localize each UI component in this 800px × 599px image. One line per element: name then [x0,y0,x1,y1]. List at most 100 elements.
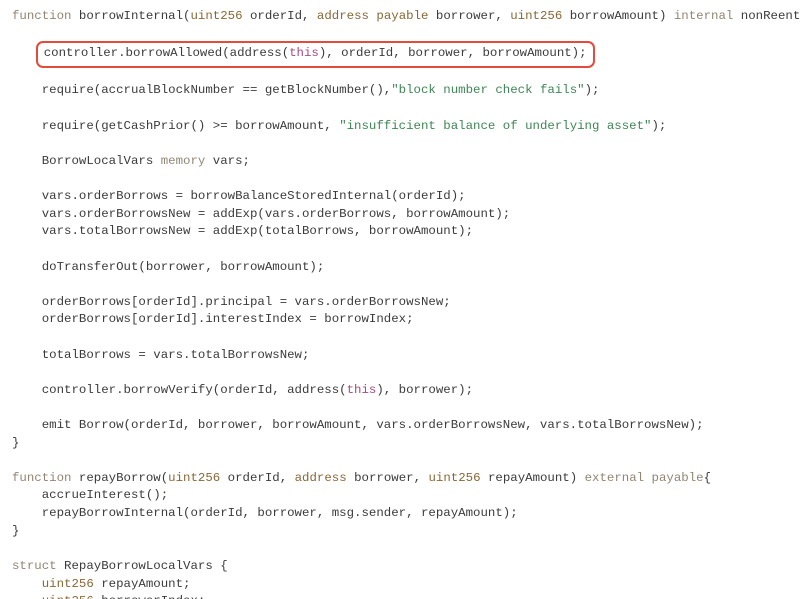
code-line [12,364,788,382]
indent [12,312,42,326]
code-token: vars.totalBorrowsNew = addExp(totalBorro… [42,224,473,238]
indent [12,224,42,238]
code-line: controller.borrowAllowed(address(this), … [12,43,788,65]
indent [12,154,42,168]
code-token: controller.borrowVerify(orderId, address… [42,383,347,397]
indent [12,383,42,397]
code-token: doTransferOut(borrower, borrowAmount); [42,260,325,274]
code-line [12,100,788,118]
code-token: repayBorrow( [72,471,169,485]
indent [12,506,42,520]
code-token: uint256 [190,9,242,23]
code-token: vars.orderBorrows = borrowBalanceStoredI… [42,189,466,203]
code-line: } [12,435,788,453]
indent [12,189,42,203]
indent [12,119,42,133]
code-token: uint256 [42,577,94,591]
code-token: orderId, [220,471,294,485]
code-line: controller.borrowVerify(orderId, address… [12,382,788,400]
code-line: doTransferOut(borrower, borrowAmount); [12,259,788,277]
code-token: emit Borrow(orderId, borrower, borrowAmo… [42,418,704,432]
code-line [12,540,788,558]
code-token: BorrowLocalVars [42,154,161,168]
code-line: BorrowLocalVars memory vars; [12,153,788,171]
code-line: function repayBorrow(uint256 orderId, ad… [12,470,788,488]
code-line [12,135,788,153]
code-token: ), borrower); [376,383,473,397]
code-token: internal [674,9,734,23]
code-line: uint256 repayAmount; [12,576,788,594]
code-token: repayBorrowInternal(orderId, borrower, m… [42,506,518,520]
code-line: orderBorrows[orderId].principal = vars.o… [12,294,788,312]
code-line: vars.orderBorrowsNew = addExp(vars.order… [12,206,788,224]
code-token: uint256 [42,594,94,599]
code-line: orderBorrows[orderId].interestIndex = bo… [12,311,788,329]
code-token: borrowerIndex; [94,594,206,599]
code-line [12,170,788,188]
code-line: accrueInterest(); [12,487,788,505]
code-token: this [289,46,319,60]
code-token: ); [651,119,666,133]
code-token: RepayBorrowLocalVars { [57,559,228,573]
code-token: uint256 [510,9,562,23]
code-line: emit Borrow(orderId, borrower, borrowAmo… [12,417,788,435]
indent [12,418,42,432]
code-token: ), orderId, borrower, borrowAmount); [319,46,587,60]
code-line: totalBorrows = vars.totalBorrowsNew; [12,347,788,365]
code-token: this [347,383,377,397]
code-line: require(accrualBlockNumber == getBlockNu… [12,82,788,100]
code-token: borrower, [347,471,429,485]
code-token: vars; [205,154,250,168]
code-block: function borrowInternal(uint256 orderId,… [0,0,800,599]
code-line [12,276,788,294]
code-token: nonReentrant{ [733,9,800,23]
code-token: controller.borrowAllowed(address( [44,46,289,60]
code-line: uint256 borrowerIndex; [12,593,788,599]
indent [12,260,42,274]
indent [12,488,42,502]
indent [12,594,42,599]
code-token: require(accrualBlockNumber == getBlockNu… [42,83,391,97]
code-token: ); [585,83,600,97]
code-token: borrowInternal( [72,9,191,23]
code-line: vars.totalBorrowsNew = addExp(totalBorro… [12,223,788,241]
code-token: borrowAmount) [562,9,674,23]
code-line: function borrowInternal(uint256 orderId,… [12,8,788,26]
code-token: uint256 [168,471,220,485]
code-token: address [295,471,347,485]
code-token: repayAmount; [94,577,191,591]
code-token: accrueInterest(); [42,488,168,502]
code-token: repayAmount) [481,471,585,485]
indent [12,207,42,221]
code-token: function [12,471,72,485]
code-token: } [12,524,19,538]
code-line [12,241,788,259]
code-line [12,329,788,347]
code-line: vars.orderBorrows = borrowBalanceStoredI… [12,188,788,206]
indent [12,295,42,309]
indent [12,577,42,591]
code-token: borrower, [428,9,510,23]
code-token: require(getCashPrior() >= borrowAmount, [42,119,339,133]
code-token: orderId, [243,9,317,23]
code-token: memory [161,154,206,168]
code-token: orderBorrows[orderId].principal = vars.o… [42,295,451,309]
indent [12,83,42,97]
indent [12,348,42,362]
code-line: } [12,523,788,541]
code-token: address payable [317,9,429,23]
code-token: "block number check fails" [391,83,584,97]
code-token: struct [12,559,57,573]
code-token: "insufficient balance of underlying asse… [339,119,651,133]
code-token: vars.orderBorrowsNew = addExp(vars.order… [42,207,510,221]
highlighted-line: controller.borrowAllowed(address(this), … [36,41,595,68]
code-token: external payable [585,471,704,485]
code-line: require(getCashPrior() >= borrowAmount, … [12,118,788,136]
code-token: { [704,471,711,485]
code-line [12,399,788,417]
code-token: function [12,9,72,23]
code-line: struct RepayBorrowLocalVars { [12,558,788,576]
code-token: totalBorrows = vars.totalBorrowsNew; [42,348,310,362]
code-token: } [12,436,19,450]
code-line: repayBorrowInternal(orderId, borrower, m… [12,505,788,523]
